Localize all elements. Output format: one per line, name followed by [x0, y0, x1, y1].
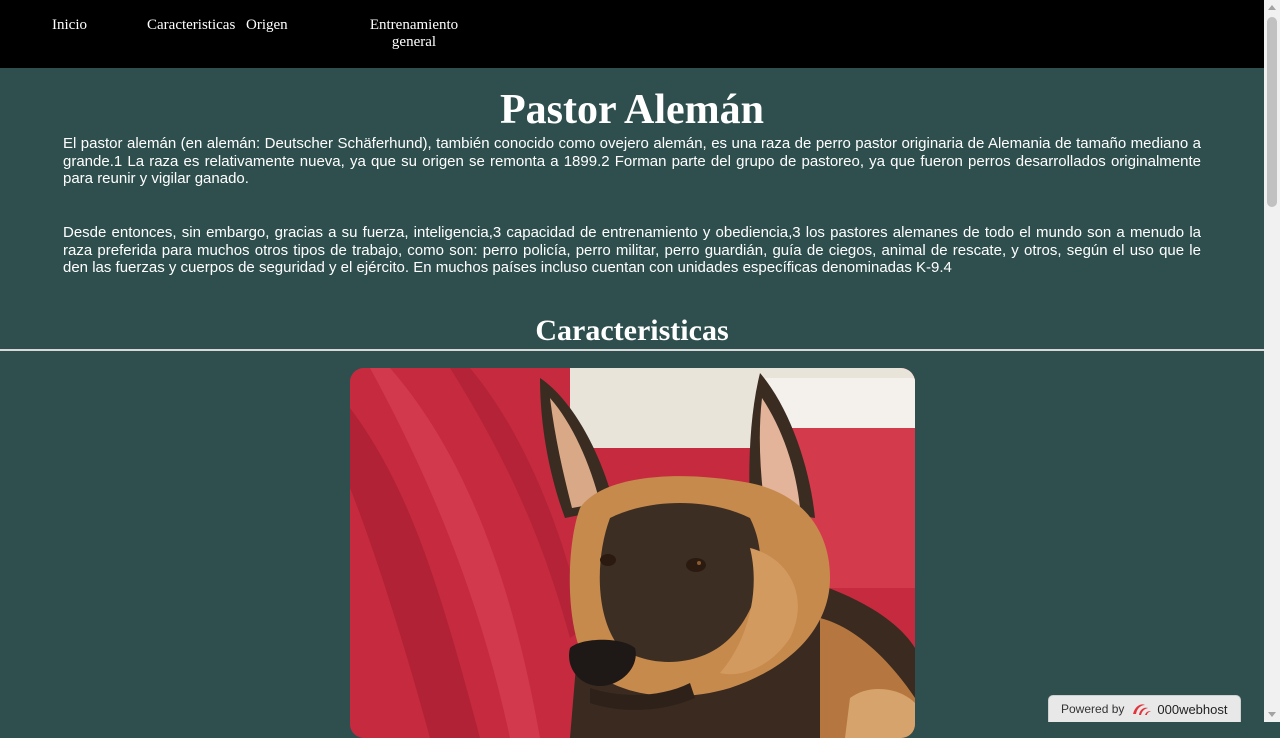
powered-by-label: Powered by [1061, 702, 1125, 716]
german-shepherd-photo [350, 368, 915, 738]
nav-link-origen[interactable]: Origen [246, 17, 288, 34]
page-scrollbar[interactable] [1264, 0, 1280, 722]
000webhost-brand: 000webhost [1157, 701, 1228, 717]
scroll-thumb[interactable] [1267, 17, 1277, 207]
intro-paragraph: El pastor alemán (en alemán: Deutscher S… [63, 135, 1201, 187]
section-title-caracteristicas: Caracteristicas [535, 314, 729, 347]
nav-link-entrenamiento-general[interactable]: Entrenamiento general [362, 17, 466, 51]
nav-link-inicio[interactable]: Inicio [52, 17, 87, 34]
nav-link-caracteristicas[interactable]: Caracteristicas [147, 17, 235, 34]
top-navbar: Inicio Caracteristicas Origen Entrenamie… [0, 0, 1264, 68]
000webhost-logo-icon [1133, 704, 1152, 715]
scroll-up-icon[interactable] [1268, 5, 1276, 10]
powered-by-badge[interactable]: Powered by 000webhost [1048, 695, 1241, 722]
history-paragraph: Desde entonces, sin embargo, gracias a s… [63, 224, 1201, 276]
section-divider [0, 349, 1264, 351]
page-title: Pastor Alemán [499, 87, 765, 133]
scroll-down-icon[interactable] [1268, 712, 1276, 717]
